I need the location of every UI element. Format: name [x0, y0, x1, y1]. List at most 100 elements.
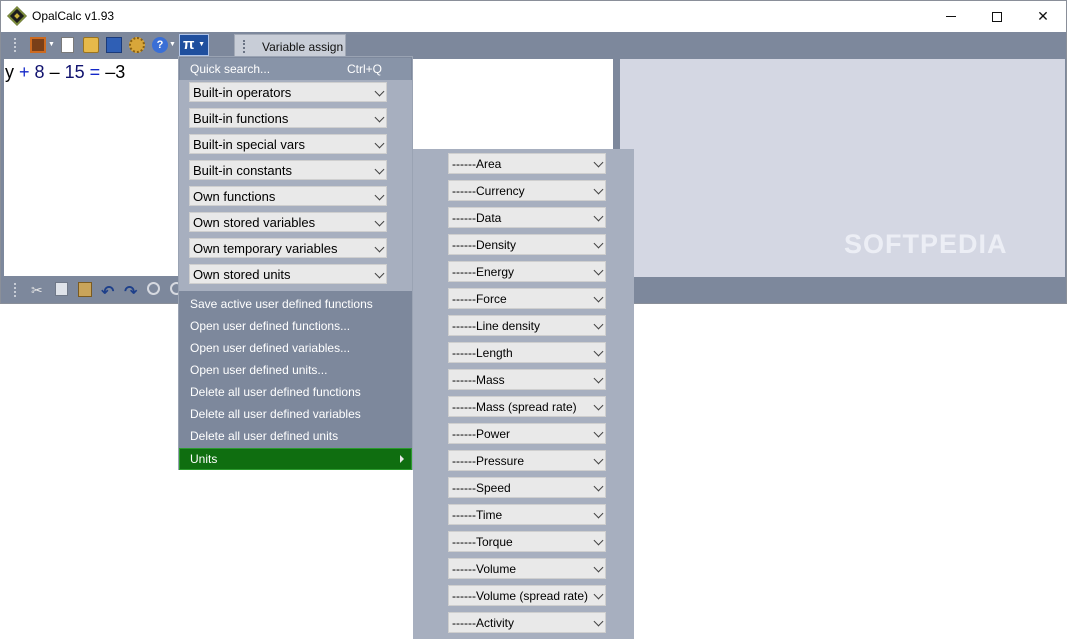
- combo-label: Built-in constants: [193, 163, 292, 178]
- help-dropdown-chevron-icon[interactable]: ▼: [169, 37, 176, 53]
- menu-item-open-units[interactable]: Open user defined units...: [179, 359, 412, 381]
- combo-label: Own stored units: [193, 267, 291, 282]
- chevron-down-icon: [374, 138, 385, 149]
- chevron-down-icon: [593, 373, 604, 384]
- expression-result: –3: [105, 62, 126, 82]
- units-combo-line-density[interactable]: ------Line density: [448, 315, 606, 336]
- copy-icon[interactable]: [55, 282, 68, 296]
- units-combo-activity[interactable]: ------Activity: [448, 612, 606, 633]
- menu-item-delete-functions[interactable]: Delete all user defined functions: [179, 381, 412, 403]
- main-toolbar: ▼ ? ▼: [1, 32, 1066, 58]
- menu-item-delete-variables[interactable]: Delete all user defined variables: [179, 403, 412, 425]
- combo-built-in-special-vars[interactable]: Built-in special vars: [189, 134, 387, 154]
- help-icon[interactable]: ?: [152, 37, 168, 53]
- combo-label: Built-in special vars: [193, 137, 305, 152]
- units-combo-mass[interactable]: ------Mass: [448, 369, 606, 390]
- title-bar: OpalCalc v1.93 ✕: [1, 1, 1066, 32]
- units-combo-energy[interactable]: ------Energy: [448, 261, 606, 282]
- menu-item-open-variables[interactable]: Open user defined variables...: [179, 337, 412, 359]
- softpedia-watermark: SOFTPEDIA: [844, 229, 1008, 259]
- combo-label: ------Speed: [452, 481, 511, 495]
- units-combo-density[interactable]: ------Density: [448, 234, 606, 255]
- chevron-down-icon: [593, 157, 604, 168]
- book-icon[interactable]: [30, 37, 46, 53]
- menu-item-label: Delete all user defined functions: [190, 385, 361, 399]
- combo-label: ------Force: [452, 292, 507, 306]
- menu-item-units[interactable]: Units: [179, 448, 412, 470]
- open-folder-icon[interactable]: [83, 37, 99, 53]
- cut-icon[interactable]: ✂: [31, 282, 47, 298]
- chevron-down-icon: [593, 427, 604, 438]
- combo-label: ------Mass: [452, 373, 505, 387]
- menu-item-label: Open user defined variables...: [190, 341, 351, 355]
- menu-item-open-functions[interactable]: Open user defined functions...: [179, 315, 412, 337]
- bottom-toolbar-grip[interactable]: [14, 283, 16, 297]
- units-combo-time[interactable]: ------Time: [448, 504, 606, 525]
- operator-equals: =: [89, 62, 101, 82]
- combo-label: Own temporary variables: [193, 241, 338, 256]
- combo-own-functions[interactable]: Own functions: [189, 186, 387, 206]
- save-icon[interactable]: [106, 37, 122, 53]
- zoom-out-icon[interactable]: [147, 282, 160, 295]
- units-combo-speed[interactable]: ------Speed: [448, 477, 606, 498]
- results-pane: SOFTPEDIA: [620, 59, 1065, 277]
- combo-label: Built-in functions: [193, 111, 289, 126]
- pi-menu-button[interactable]: π ▼: [179, 34, 209, 56]
- combo-label: ------Data: [452, 211, 502, 225]
- paste-icon[interactable]: [78, 282, 92, 297]
- chevron-down-icon: [593, 265, 604, 276]
- close-button[interactable]: ✕: [1020, 1, 1066, 32]
- combo-label: ------Volume (spread rate): [452, 589, 589, 603]
- chevron-down-icon: [593, 184, 604, 195]
- units-combo-pressure[interactable]: ------Pressure: [448, 450, 606, 471]
- combo-own-temporary-variables[interactable]: Own temporary variables: [189, 238, 387, 258]
- minimize-button[interactable]: [928, 1, 974, 32]
- menu-item-save-functions[interactable]: Save active user defined functions: [179, 293, 412, 315]
- chevron-down-icon: [593, 400, 604, 411]
- number-8: 8: [34, 62, 45, 82]
- chevron-down-icon: [374, 190, 385, 201]
- book-dropdown-chevron-icon[interactable]: ▼: [48, 37, 55, 53]
- combo-own-stored-units[interactable]: Own stored units: [189, 264, 387, 284]
- combo-built-in-operators[interactable]: Built-in operators: [189, 82, 387, 102]
- menu-item-label: Delete all user defined units: [190, 429, 339, 443]
- units-combo-currency[interactable]: ------Currency: [448, 180, 606, 201]
- toolbar-grip[interactable]: [14, 38, 16, 52]
- units-combo-area[interactable]: ------Area: [448, 153, 606, 174]
- gear-icon[interactable]: [129, 37, 145, 53]
- opalcalc-app: OpalCalc v1.93 ✕ ▼ ? ▼ π ▼ Variable assi…: [0, 0, 1067, 639]
- units-combo-length[interactable]: ------Length: [448, 342, 606, 363]
- units-combo-volume[interactable]: ------Volume: [448, 558, 606, 579]
- undo-icon[interactable]: ↶: [101, 282, 117, 301]
- combo-built-in-constants[interactable]: Built-in constants: [189, 160, 387, 180]
- chevron-down-icon: [374, 86, 385, 97]
- units-combo-data[interactable]: ------Data: [448, 207, 606, 228]
- combo-label: ------Mass (spread rate): [452, 400, 577, 414]
- units-combo-force[interactable]: ------Force: [448, 288, 606, 309]
- quick-search-label: Quick search...: [190, 62, 271, 76]
- units-combo-volume-spread-rate[interactable]: ------Volume (spread rate): [448, 585, 606, 606]
- combo-label: ------Activity: [452, 616, 514, 630]
- units-combo-power[interactable]: ------Power: [448, 423, 606, 444]
- menu-item-delete-units[interactable]: Delete all user defined units: [179, 425, 412, 447]
- new-file-icon[interactable]: [61, 37, 74, 53]
- app-logo-icon: [7, 6, 27, 26]
- quick-search-item[interactable]: Quick search... Ctrl+Q: [180, 58, 411, 80]
- units-combo-torque[interactable]: ------Torque: [448, 531, 606, 552]
- minimize-icon: [946, 16, 956, 17]
- menu-item-label: Delete all user defined variables: [190, 407, 361, 421]
- pi-menu-combos-panel: Built-in operators Built-in functions Bu…: [179, 80, 412, 291]
- units-combo-mass-spread-rate[interactable]: ------Mass (spread rate): [448, 396, 606, 417]
- operator-plus: +: [19, 62, 30, 82]
- chevron-down-icon: [593, 211, 604, 222]
- combo-own-stored-variables[interactable]: Own stored variables: [189, 212, 387, 232]
- tab-variable-assign[interactable]: Variable assign: [234, 34, 346, 57]
- chevron-down-icon: ▼: [198, 41, 205, 48]
- quick-search-shortcut: Ctrl+Q: [347, 62, 383, 76]
- maximize-button[interactable]: [974, 1, 1020, 32]
- combo-built-in-functions[interactable]: Built-in functions: [189, 108, 387, 128]
- combo-label: ------Power: [452, 427, 510, 441]
- redo-icon[interactable]: ↷: [124, 282, 140, 301]
- window-title: OpalCalc v1.93: [32, 9, 115, 23]
- pi-icon: π: [183, 36, 195, 53]
